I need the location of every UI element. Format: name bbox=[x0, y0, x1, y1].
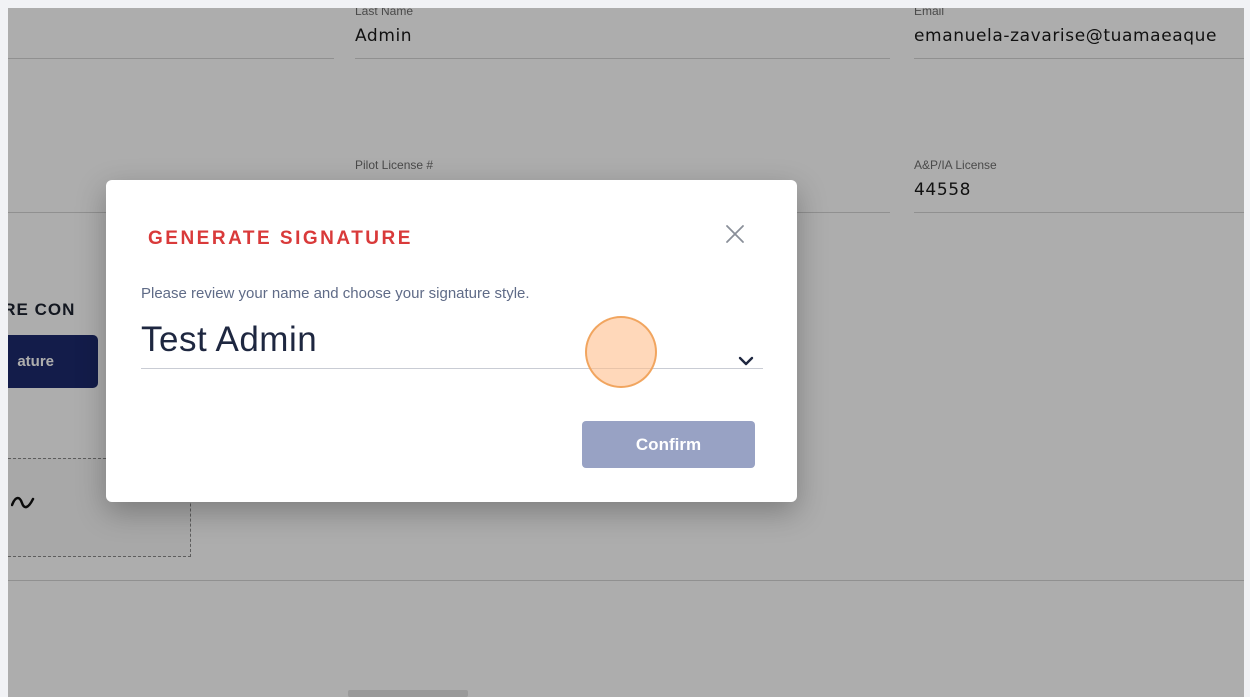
modal-title: GENERATE SIGNATURE bbox=[148, 228, 413, 249]
close-icon[interactable] bbox=[723, 222, 747, 246]
generate-signature-modal: GENERATE SIGNATURE Please review your na… bbox=[106, 180, 797, 502]
signature-name-select[interactable]: Test Admin bbox=[141, 316, 763, 369]
chevron-down-icon[interactable] bbox=[738, 356, 754, 366]
modal-description: Please review your name and choose your … bbox=[141, 285, 530, 302]
signature-name-value: Test Admin bbox=[141, 320, 318, 359]
close-button[interactable] bbox=[723, 222, 747, 246]
confirm-button[interactable]: Confirm bbox=[582, 421, 755, 468]
